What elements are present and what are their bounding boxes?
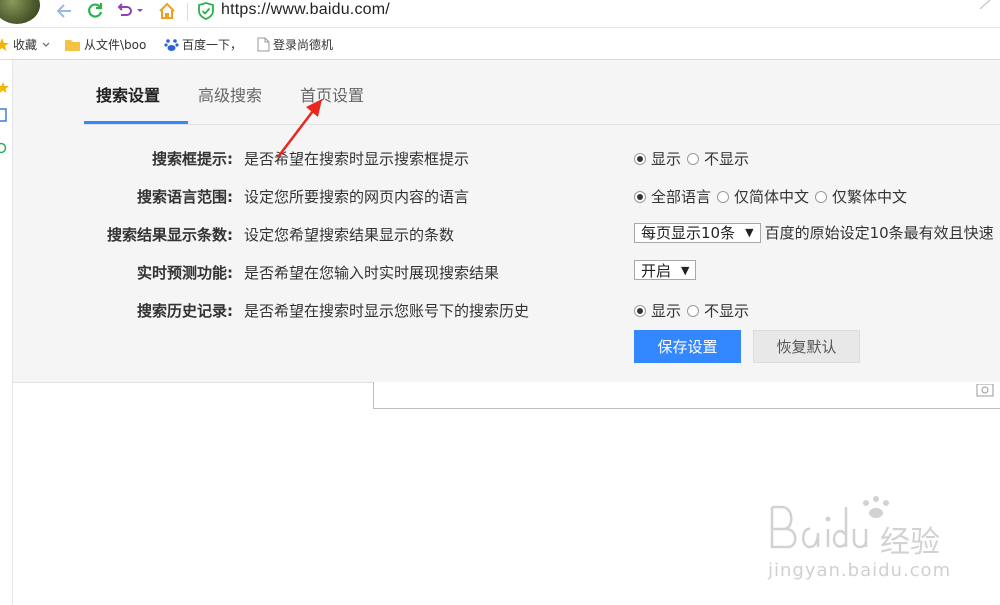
camera-icon[interactable] (976, 382, 994, 397)
radio-hide[interactable] (687, 152, 700, 165)
radio-label: 仅繁体中文 (832, 188, 908, 206)
results-per-page-select[interactable]: 每页显示10条 ▼ (634, 222, 761, 243)
radio-label: 全部语言 (651, 188, 712, 206)
setting-description: 设定您所要搜索的网页内容的语言 (244, 188, 470, 206)
realtime-predict-select[interactable]: 开启 ▼ (634, 260, 697, 280)
watermark-url: jingyan.baidu.com (768, 560, 952, 581)
side-star-icon[interactable] (0, 79, 9, 98)
bookmark-file[interactable]: 从文件\boo (64, 36, 146, 53)
radio-hide[interactable] (687, 304, 700, 317)
back-icon[interactable] (55, 0, 73, 22)
bookmark-label: 从文件\boo (84, 38, 147, 52)
setting-label: 实时预测功能: (137, 264, 233, 282)
folder-icon (65, 39, 80, 51)
bookmark-label: 收藏 (13, 38, 38, 52)
tab-search-settings[interactable]: 搜索设置 (96, 82, 160, 106)
radio-label: 显示 (651, 150, 682, 168)
radio-label: 不显示 (704, 150, 750, 168)
setting-label: 搜索结果显示条数: (107, 226, 233, 244)
tab-advanced-search[interactable]: 高级搜索 (198, 82, 262, 106)
radio-traditional-chinese[interactable] (815, 190, 828, 203)
search-settings-panel: 搜索设置 高级搜索 首页设置 搜索框提示: 是否希望在搜索时显示搜索框提示 显示… (13, 60, 1000, 383)
undo-close-icon[interactable] (116, 0, 144, 22)
side-circle-icon[interactable] (0, 139, 7, 158)
bookmark-baidu[interactable]: 百度一下， (164, 36, 242, 53)
refresh-icon[interactable] (86, 0, 104, 22)
star-outline-icon[interactable] (978, 0, 1000, 13)
radio-show[interactable] (634, 304, 646, 317)
setting-row-realtime-predict: 实时预测功能: 是否希望在您输入时实时展现搜索结果 开启 ▼ (13, 260, 1000, 282)
home-icon[interactable] (158, 0, 176, 22)
dropdown-caret-icon: ▼ (681, 263, 690, 277)
restore-defaults-button[interactable]: 恢复默认 (753, 330, 860, 363)
annotation-arrow-icon (277, 99, 322, 158)
setting-row-language: 搜索语言范围: 设定您所要搜索的网页内容的语言 全部语言 仅简体中文 仅繁体中文 (13, 184, 1000, 206)
star-icon (0, 37, 9, 51)
side-window-icon[interactable] (0, 107, 7, 126)
radio-label: 不显示 (704, 302, 750, 320)
select-value: 开启 (641, 261, 672, 280)
radio-label: 仅简体中文 (734, 188, 810, 206)
browser-toolbar: https://www.baidu.com/ (0, 0, 1000, 28)
side-toolbar (0, 60, 13, 605)
address-bar-url[interactable]: https://www.baidu.com/ (221, 1, 390, 19)
bookmark-label: 登录尚德机 (273, 38, 334, 52)
setting-row-search-suggest: 搜索框提示: 是否希望在搜索时显示搜索框提示 显示 不显示 (13, 146, 1000, 168)
setting-description: 是否希望在搜索时显示您账号下的搜索历史 (244, 302, 530, 320)
bookmark-label: 百度一下， (182, 38, 243, 52)
watermark-brand-text: 经验 (880, 525, 940, 560)
address-separator (187, 3, 188, 21)
user-avatar[interactable] (0, 0, 40, 24)
bookmarks-bar: 收藏 从文件\boo 百度一下， 登录尚德机 (0, 28, 1000, 60)
setting-label: 搜索框提示: (152, 150, 233, 168)
save-settings-button[interactable]: 保存设置 (634, 330, 741, 363)
search-input[interactable] (373, 382, 1000, 409)
setting-description: 是否希望在您输入时实时展现搜索结果 (244, 264, 500, 282)
page-icon (257, 37, 270, 52)
radio-simplified-chinese[interactable] (717, 190, 730, 203)
bookmark-favorites[interactable]: 收藏 (0, 36, 54, 53)
setting-label: 搜索历史记录: (137, 302, 233, 320)
baidu-paw-icon (164, 39, 179, 51)
setting-row-search-history: 搜索历史记录: 是否希望在搜索时显示您账号下的搜索历史 显示 不显示 (13, 298, 1000, 320)
secure-shield-icon (198, 2, 214, 20)
select-value: 每页显示10条 (641, 224, 736, 242)
setting-description: 设定您希望搜索结果显示的条数 (244, 226, 455, 244)
radio-label: 显示 (651, 302, 682, 320)
setting-hint: 百度的原始设定10条最有效且快速 (764, 224, 994, 242)
chevron-down-icon (42, 42, 50, 47)
dropdown-caret-icon: ▼ (745, 226, 754, 239)
setting-row-results-count: 搜索结果显示条数: 设定您希望搜索结果显示的条数 每页显示10条 ▼ 百度的原始… (13, 222, 1000, 244)
radio-all-languages[interactable] (634, 190, 646, 203)
bookmark-login[interactable]: 登录尚德机 (257, 36, 333, 53)
tab-divider (84, 124, 1000, 125)
setting-label: 搜索语言范围: (137, 188, 233, 206)
radio-show[interactable] (634, 152, 646, 165)
